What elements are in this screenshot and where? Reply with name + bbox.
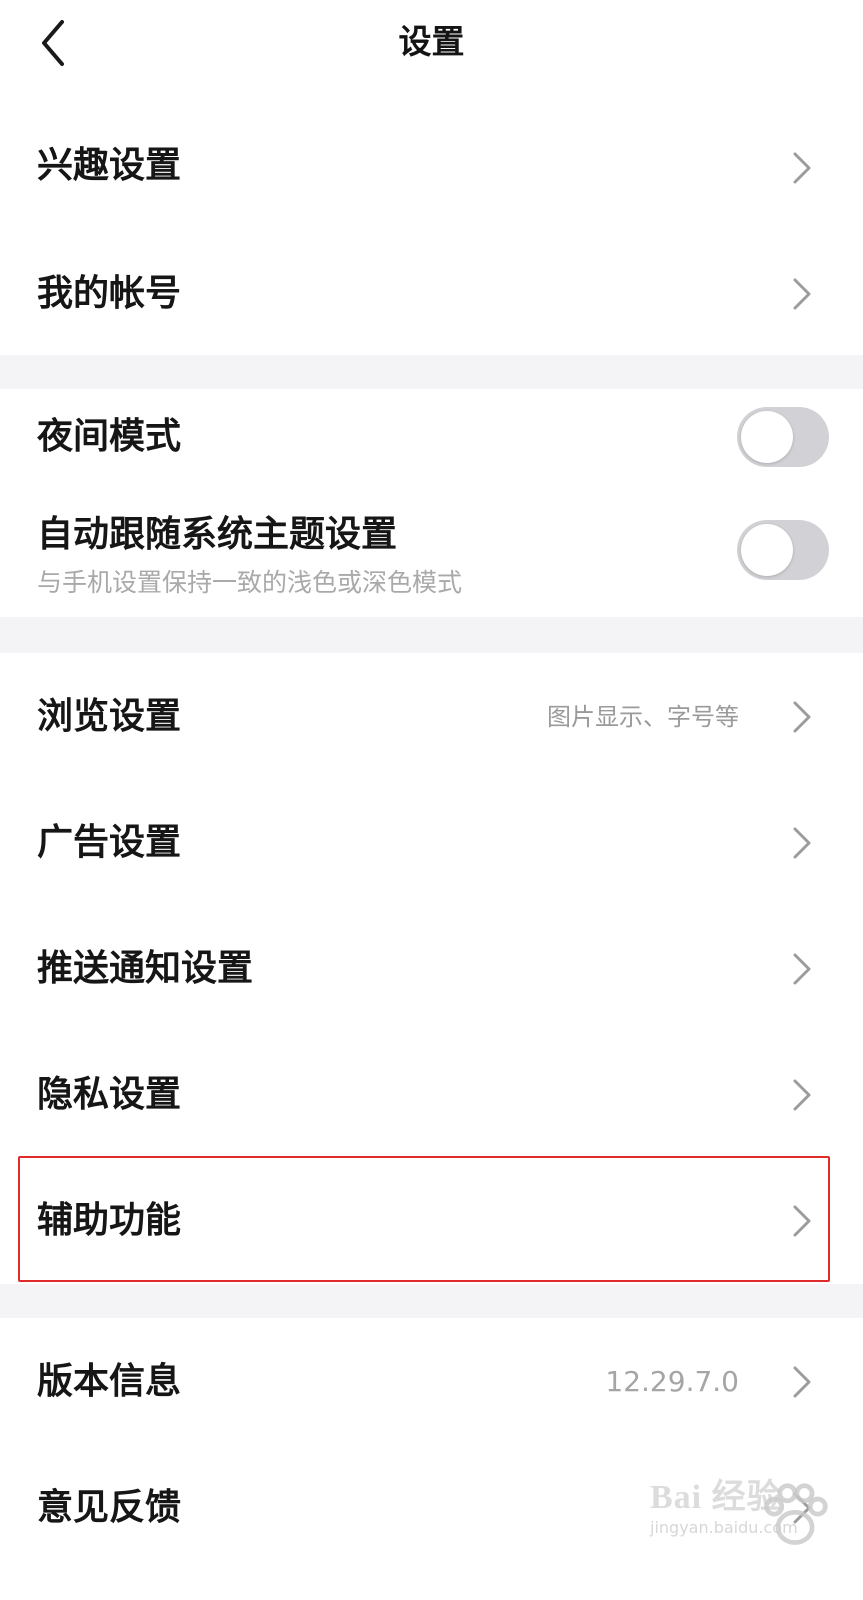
section-display: 夜间模式 自动跟随系统主题设置 与手机设置保持一致的浅色或深色模式 xyxy=(0,389,863,617)
night-mode-toggle[interactable] xyxy=(737,407,829,467)
chevron-right-icon xyxy=(787,823,815,863)
row-interest-settings[interactable]: 兴趣设置 xyxy=(0,106,863,228)
row-feedback[interactable]: 意见反馈 xyxy=(0,1444,863,1570)
section-divider xyxy=(0,1284,863,1318)
row-label: 广告设置 xyxy=(37,822,182,863)
chevron-right-icon xyxy=(787,274,815,314)
row-label: 推送通知设置 xyxy=(37,948,254,989)
row-label: 浏览设置 xyxy=(37,696,182,737)
row-accessibility[interactable]: 辅助功能 xyxy=(0,1157,863,1283)
row-my-account[interactable]: 我的帐号 xyxy=(0,232,863,354)
row-label: 辅助功能 xyxy=(37,1200,182,1241)
row-follow-system-theme: 自动跟随系统主题设置 与手机设置保持一致的浅色或深色模式 xyxy=(0,489,863,617)
row-label: 兴趣设置 xyxy=(37,145,182,186)
toggle-knob xyxy=(741,524,793,576)
page-title: 设置 xyxy=(398,22,465,61)
row-label: 自动跟随系统主题设置 xyxy=(37,514,398,555)
row-privacy-settings[interactable]: 隐私设置 xyxy=(0,1031,863,1157)
chevron-right-icon xyxy=(787,148,815,188)
row-push-notification-settings[interactable]: 推送通知设置 xyxy=(0,905,863,1031)
toggle-knob xyxy=(741,411,793,463)
row-label: 意见反馈 xyxy=(37,1487,182,1528)
chevron-right-icon xyxy=(787,1201,815,1241)
row-browse-settings[interactable]: 浏览设置 图片显示、字号等 xyxy=(0,653,863,779)
header-bar: 设置 xyxy=(0,0,863,88)
follow-system-toggle[interactable] xyxy=(737,520,829,580)
row-subtitle: 与手机设置保持一致的浅色或深色模式 xyxy=(37,568,463,597)
row-version-info[interactable]: 版本信息 12.29.7.0 xyxy=(0,1318,863,1444)
row-label: 夜间模式 xyxy=(37,416,182,457)
section-about: 版本信息 12.29.7.0 意见反馈 xyxy=(0,1318,863,1600)
chevron-right-icon xyxy=(787,1488,815,1528)
row-value: 图片显示、字号等 xyxy=(547,703,739,731)
row-label: 版本信息 xyxy=(37,1361,182,1402)
settings-page: 设置 兴趣设置 我的帐号 夜间模式 自动跟随系统主题设置 与手机设置保持一致的浅… xyxy=(0,0,863,1600)
section-preferences: 浏览设置 图片显示、字号等 广告设置 推送通知设置 隐私设置 辅助功能 xyxy=(0,653,863,1284)
version-number: 12.29.7.0 xyxy=(605,1365,739,1398)
section-account: 兴趣设置 我的帐号 xyxy=(0,88,863,355)
row-ad-settings[interactable]: 广告设置 xyxy=(0,779,863,905)
chevron-right-icon xyxy=(787,1362,815,1402)
chevron-right-icon xyxy=(787,1075,815,1115)
section-divider xyxy=(0,355,863,389)
section-divider xyxy=(0,617,863,653)
row-night-mode: 夜间模式 xyxy=(0,389,863,485)
row-label: 隐私设置 xyxy=(37,1074,182,1115)
chevron-right-icon xyxy=(787,697,815,737)
row-label: 我的帐号 xyxy=(37,273,182,314)
chevron-right-icon xyxy=(787,949,815,989)
